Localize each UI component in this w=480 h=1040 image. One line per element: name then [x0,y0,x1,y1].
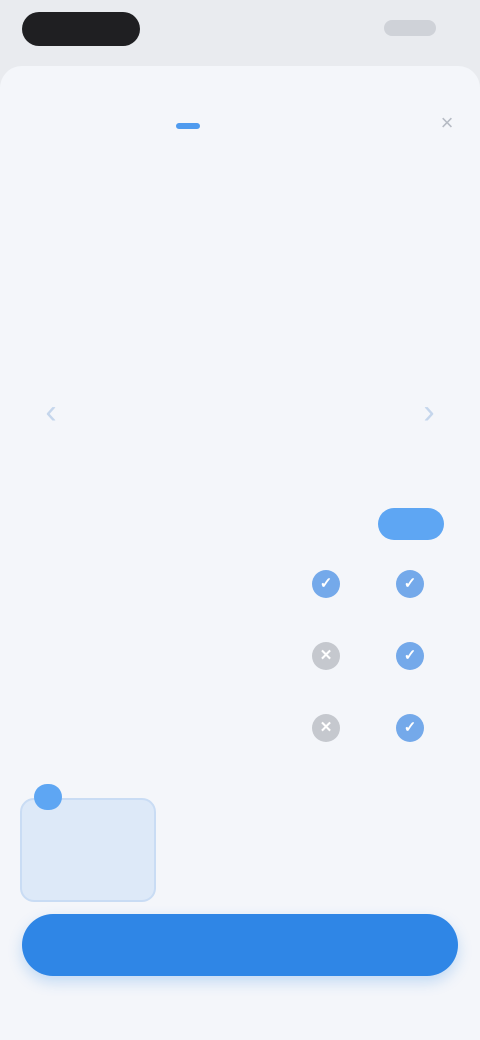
chevron-right-icon: › [423,393,435,431]
check-icon: ✓ [396,642,424,670]
carousel-next-button[interactable]: › [414,392,444,432]
close-icon: × [440,110,454,135]
table-row: ✕ ✓ [30,702,450,774]
plan-tag [34,784,62,810]
plan-option[interactable] [170,798,302,898]
chevron-left-icon: ‹ [45,393,57,431]
paywall-sheet: × ‹ › ✓ ✓ ✕ ✓ ✕ ✓ [0,66,480,1040]
brand-logo [168,112,200,140]
carousel-prev-button[interactable]: ‹ [36,392,66,432]
feature-comparison-table: ✓ ✓ ✕ ✓ ✕ ✓ [30,498,450,774]
comparison-header [30,498,450,558]
plan-selector [20,782,460,912]
testimonial-carousel: ‹ › [0,366,480,466]
cross-icon: ✕ [312,714,340,742]
check-icon: ✓ [312,570,340,598]
cross-icon: ✕ [312,642,340,670]
plan-option-selected[interactable] [20,784,156,902]
check-icon: ✓ [396,570,424,598]
brand-badge [176,123,200,129]
column-pro-badge [378,508,444,540]
check-icon: ✓ [396,714,424,742]
status-time-pill [22,12,140,46]
continue-button[interactable] [22,914,458,976]
close-button[interactable]: × [436,112,458,134]
table-row: ✓ ✓ [30,558,450,630]
table-row: ✕ ✓ [30,630,450,702]
status-indicators [384,20,436,36]
plan-option[interactable] [320,798,452,898]
status-bar [0,0,480,64]
